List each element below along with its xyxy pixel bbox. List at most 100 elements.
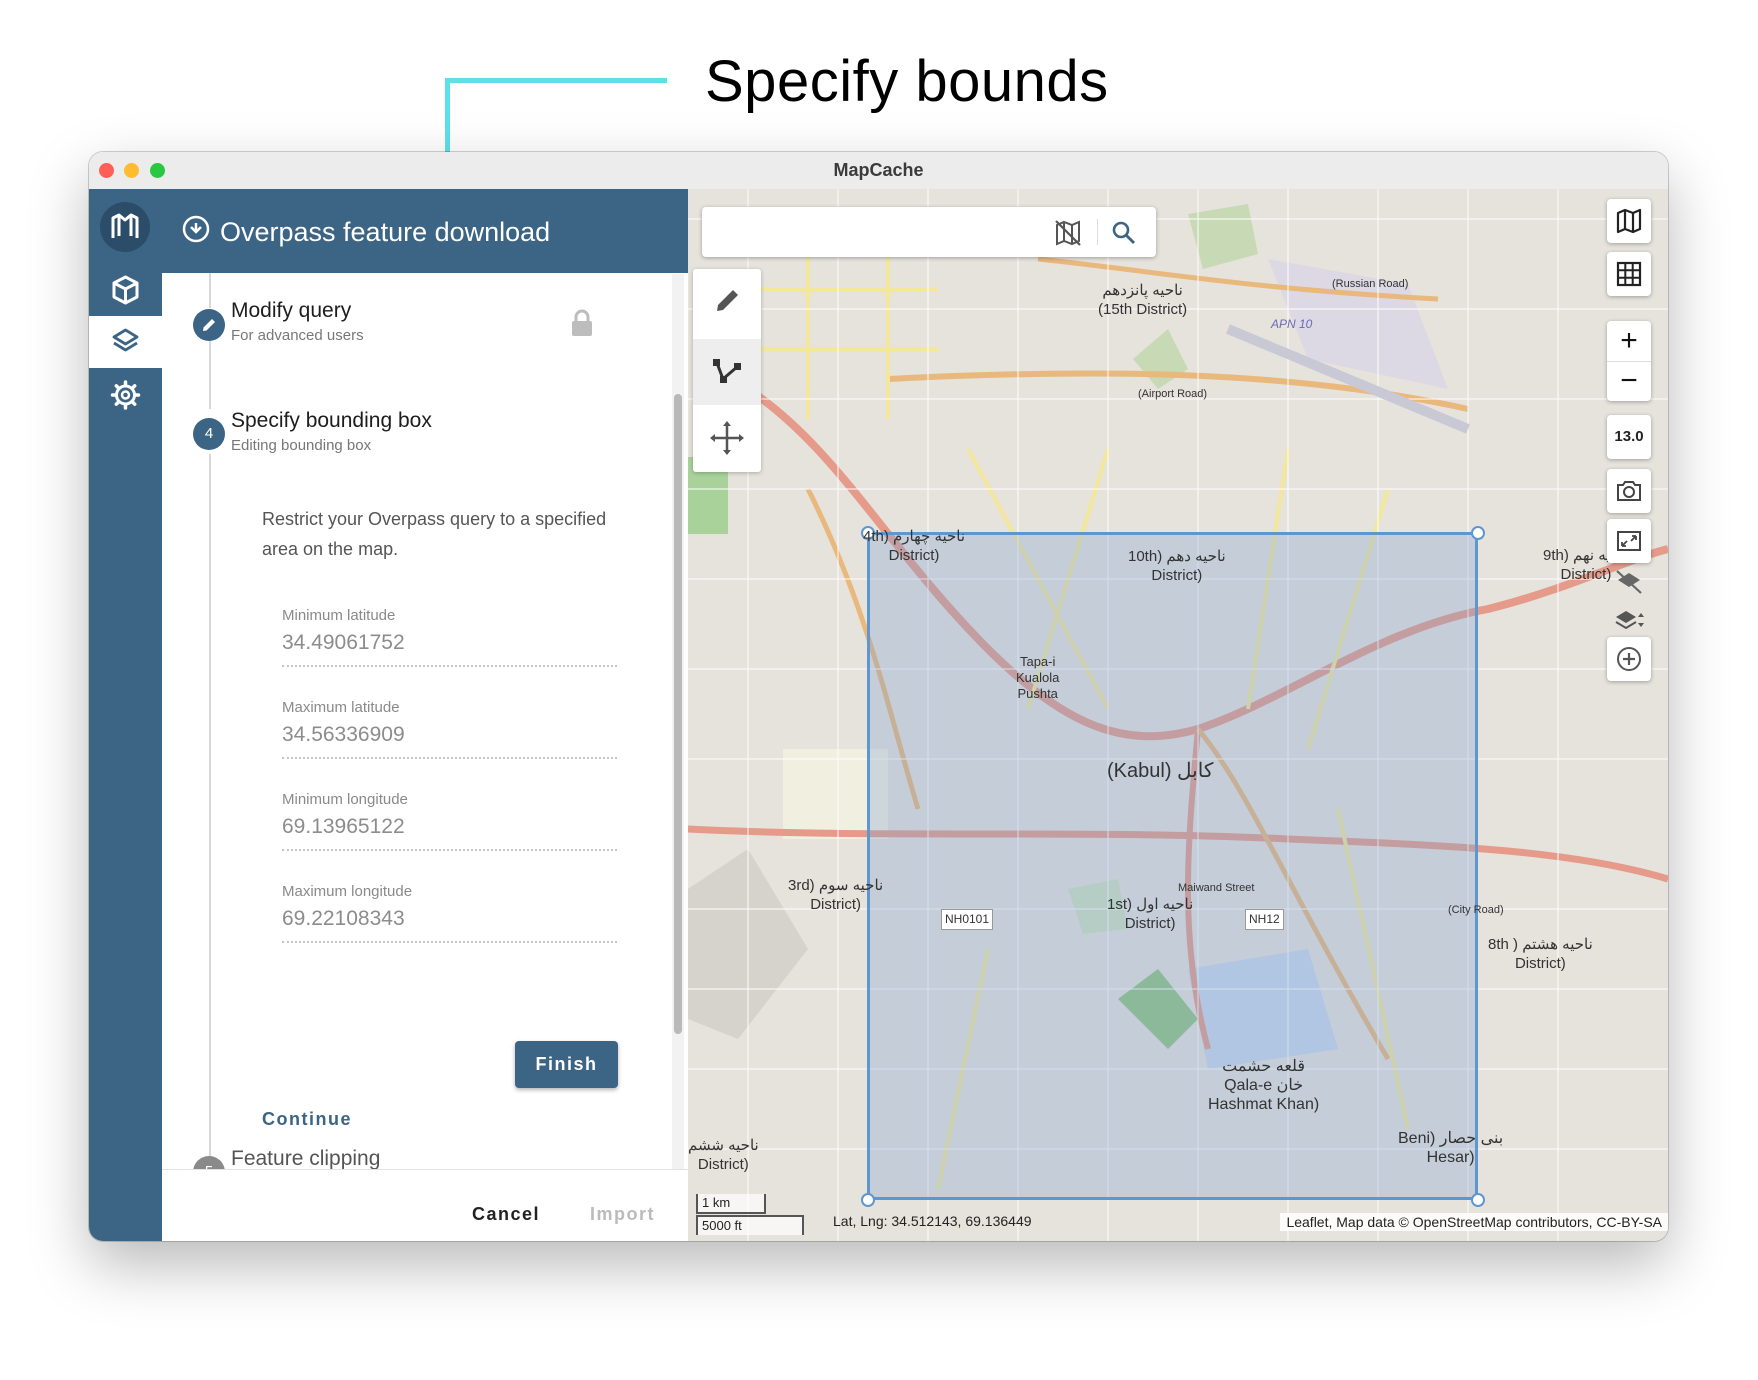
clear-layers-button[interactable]	[1607, 559, 1651, 603]
map-label: NH12	[1245, 909, 1284, 930]
search-icon[interactable]	[1110, 219, 1138, 247]
step-subtitle: Editing bounding box	[231, 437, 372, 454]
callout-title: Specify bounds	[705, 49, 1109, 114]
nav-item-data-sources[interactable]	[89, 264, 162, 316]
bounding-box[interactable]	[867, 532, 1478, 1200]
map-label: ناحیه پانزدهم (15th District)	[1098, 282, 1188, 318]
draw-toolbar	[693, 269, 761, 472]
zoom-in-button[interactable]: +	[1607, 321, 1651, 362]
max-longitude-label: Maximum longitude	[282, 883, 413, 900]
zoom-control: + −	[1607, 321, 1651, 401]
map-label: قلعه حشمت Qala-e خان Hashmat Khan)	[1208, 1058, 1320, 1113]
panel-scrollbar[interactable]	[672, 274, 684, 1169]
min-latitude-label: Minimum latitude	[282, 607, 396, 624]
step-title[interactable]: Specify bounding box	[231, 409, 432, 433]
max-latitude-field[interactable]: 34.56336909	[282, 723, 582, 747]
step-edit-icon	[193, 309, 225, 341]
field-underline	[282, 757, 617, 759]
nav-item-settings[interactable]	[89, 369, 162, 421]
map-search-input[interactable]	[712, 217, 996, 249]
min-longitude-field[interactable]: 69.13965122	[282, 815, 582, 839]
bbox-description: Restrict your Overpass query to a specif…	[262, 509, 607, 559]
basemap-button[interactable]	[1607, 199, 1651, 243]
vector-path-icon	[713, 359, 741, 383]
title-bar: MapCache	[89, 152, 1668, 190]
add-layer-button[interactable]	[1607, 637, 1651, 681]
map-label: Beni) بنی حصار Hesar)	[1398, 1130, 1504, 1166]
map-label: NH0101	[941, 909, 994, 930]
field-underline	[282, 941, 617, 943]
bbox-handle-se[interactable]	[1471, 1193, 1485, 1207]
max-longitude-field[interactable]: 69.22108343	[282, 907, 582, 931]
step-title[interactable]: Modify query	[231, 299, 351, 323]
continue-button[interactable]: Continue	[262, 1109, 352, 1130]
app-logo[interactable]	[100, 202, 150, 252]
grid-overlay-button[interactable]	[1607, 252, 1651, 296]
map-label: (Russian Road)	[1332, 278, 1409, 290]
cursor-coordinates: Lat, Lng: 34.512143, 69.136449	[833, 1213, 1032, 1229]
download-icon	[182, 215, 210, 243]
map-label: (City Road)	[1448, 904, 1504, 916]
map-label: 8th ) ناحیه هشتم District)	[1488, 936, 1593, 972]
app-window: MapCache Overpass feature download Modif…	[89, 152, 1668, 1241]
draw-edit-button[interactable]	[693, 269, 761, 335]
stepper-line	[209, 329, 211, 409]
map-label: (Kabul) کابل	[1107, 760, 1214, 782]
pencil-icon	[717, 290, 738, 311]
scrollbar-thumb[interactable]	[674, 394, 682, 1034]
stepper-line	[209, 273, 211, 308]
map-label: (Airport Road)	[1138, 388, 1208, 400]
map-label: 1st) ناحیه اول District)	[1107, 896, 1194, 932]
layers-icon	[112, 328, 139, 352]
map-label: 10th) ناحیه دهم District)	[1128, 548, 1226, 584]
bbox-handle-ne[interactable]	[1471, 526, 1485, 540]
overpass-panel: Overpass feature download Modify query F…	[162, 189, 688, 1241]
cube-icon	[112, 275, 139, 305]
finish-button[interactable]: Finish	[515, 1041, 618, 1088]
panel-title: Overpass feature download	[220, 217, 551, 247]
gear-icon	[110, 380, 141, 410]
map-label: Tapa-i Kualola Pushta	[1016, 654, 1060, 701]
scale-km: 1 km	[696, 1194, 766, 1214]
logo-icon	[111, 213, 139, 238]
min-longitude-label: Minimum longitude	[282, 791, 408, 808]
panel-header: Overpass feature download	[162, 189, 688, 273]
fit-extent-button[interactable]	[1607, 519, 1651, 563]
map-search-bar	[702, 207, 1156, 257]
scale-ft: 5000 ft	[696, 1215, 804, 1235]
callout-line	[445, 78, 667, 83]
field-underline	[282, 665, 617, 667]
map-off-icon[interactable]	[1052, 217, 1084, 249]
nav-rail	[89, 189, 162, 1241]
map-label: APN 10	[1271, 317, 1313, 331]
map-label: 4th) ناحیه چهارم District)	[863, 528, 966, 564]
map-attribution[interactable]: Leaflet, Map data © OpenStreetMap contri…	[1280, 1213, 1668, 1231]
grid-icon	[1616, 261, 1642, 287]
layers-off-icon	[1616, 570, 1642, 594]
draw-move-button[interactable]	[693, 405, 761, 471]
map-icon	[1616, 208, 1642, 234]
draw-vertex-button[interactable]	[693, 339, 761, 405]
zoom-level-indicator: 13.0	[1607, 415, 1651, 459]
bbox-handle-sw[interactable]	[861, 1193, 875, 1207]
max-latitude-label: Maximum latitude	[282, 699, 400, 716]
import-button[interactable]: Import	[590, 1204, 655, 1225]
field-underline	[282, 849, 617, 851]
step-subtitle: For advanced users	[231, 327, 364, 344]
expand-icon	[1617, 531, 1641, 551]
zoom-out-button[interactable]: −	[1607, 361, 1651, 401]
panel-footer: Cancel Import	[162, 1169, 688, 1241]
stepper-line	[209, 454, 211, 1169]
step-number-4: 4	[193, 418, 225, 450]
min-latitude-field[interactable]: 34.49061752	[282, 631, 582, 655]
cancel-button[interactable]: Cancel	[472, 1204, 540, 1225]
map-label: Maiwand Street	[1178, 882, 1255, 894]
camera-icon	[1617, 481, 1641, 501]
nav-item-layers[interactable]	[89, 316, 162, 368]
map-view[interactable]: ناحیه پانزدهم (15th District) 4th) ناحیه…	[688, 189, 1668, 1241]
map-label: ناحیه ششم District)	[688, 1137, 759, 1173]
move-icon	[710, 421, 744, 455]
step-title[interactable]: Feature clipping	[231, 1147, 380, 1171]
add-circle-icon	[1617, 647, 1641, 671]
screenshot-button[interactable]	[1607, 469, 1651, 513]
